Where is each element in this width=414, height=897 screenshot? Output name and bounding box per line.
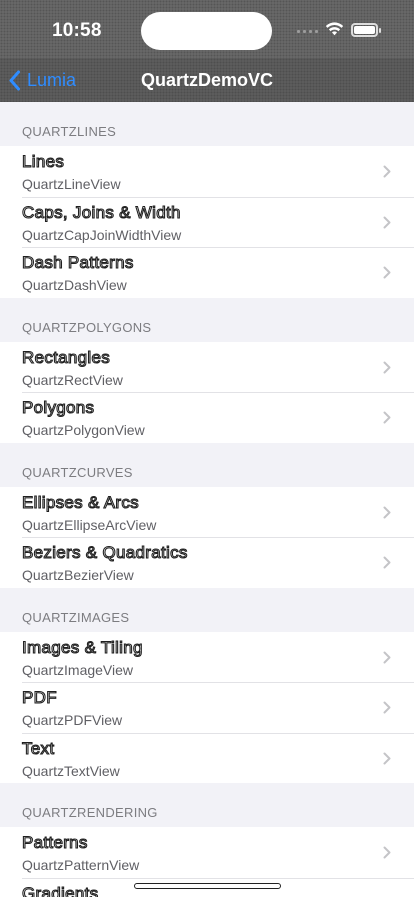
row-title: PDF — [21, 687, 57, 707]
section-quartzimages: QUARTZIMAGES Images & Tiling QuartzImage… — [0, 587, 414, 783]
row-title: Polygons — [21, 397, 95, 417]
chevron-right-icon — [383, 506, 391, 518]
list-item-caps-joins-width[interactable]: Caps, Joins & Width QuartzCapJoinWidthVi… — [0, 196, 414, 247]
row-subtitle: QuartzPolygonView — [22, 422, 145, 438]
list-item-patterns[interactable]: Patterns QuartzPatternView — [0, 827, 414, 878]
chevron-right-icon — [383, 216, 391, 228]
row-subtitle: QuartzPatternView — [22, 857, 140, 873]
row-subtitle: QuartzRectView — [22, 371, 123, 388]
list-item-beziers-quadratics[interactable]: Beziers & Quadratics QuartzBezierView — [0, 537, 414, 588]
list-item-images-tiling[interactable]: Images & Tiling QuartzImageView — [0, 631, 414, 682]
list-item-ellipses-arcs[interactable]: Ellipses & Arcs QuartzEllipseArcView — [0, 486, 414, 537]
row-title: Dash Patterns — [21, 252, 134, 272]
row-subtitle: QuartzBezierView — [22, 567, 134, 583]
dynamic-island — [141, 12, 272, 50]
row-title: Caps, Joins & Width — [21, 202, 181, 222]
chevron-right-icon — [383, 752, 391, 764]
chevron-right-icon — [383, 165, 391, 178]
row-title: Ellipses & Arcs — [21, 492, 139, 512]
section-header: QUARTZLINES — [0, 102, 414, 146]
section-quartzpolygons: QUARTZPOLYGONS Rectangles QuartzRectView… — [0, 297, 414, 443]
home-indicator[interactable] — [134, 883, 281, 889]
chevron-right-icon — [383, 846, 391, 859]
status-time: 10:58 — [52, 20, 102, 41]
section-quartzrendering: QUARTZRENDERING Patterns QuartzPatternVi… — [0, 783, 414, 897]
row-subtitle: QuartzLineView — [22, 176, 121, 192]
list-item-rectangles[interactable]: Rectangles QuartzRectView — [0, 341, 414, 392]
status-bar: 10:58 — [0, 0, 414, 58]
list-item-lines[interactable]: Lines QuartzLineView — [0, 146, 414, 197]
row-subtitle: QuartzCapJoinWidthView — [22, 226, 182, 243]
chevron-right-icon — [383, 361, 391, 373]
row-subtitle: QuartzEllipseArcView — [22, 516, 157, 533]
wifi-icon — [325, 22, 344, 36]
row-title: Rectangles — [21, 347, 111, 367]
row-title: Beziers & Quadratics — [21, 542, 188, 562]
row-subtitle: QuartzImageView — [22, 661, 134, 678]
section-header: QUARTZPOLYGONS — [0, 297, 414, 342]
row-subtitle: QuartzPDFView — [22, 712, 123, 728]
row-title: Text — [21, 738, 55, 758]
section-header: QUARTZRENDERING — [0, 783, 414, 827]
section-header: QUARTZCURVES — [0, 442, 414, 487]
row-title: Patterns — [21, 832, 88, 852]
row-subtitle: QuartzDashView — [22, 277, 127, 293]
row-subtitle: QuartzTextView — [22, 762, 120, 779]
row-title: Gradients — [21, 883, 99, 897]
chevron-right-icon — [383, 651, 391, 663]
list-item-pdf[interactable]: PDF QuartzPDFView — [0, 682, 414, 733]
chevron-right-icon — [383, 266, 391, 279]
list-item-dash-patterns[interactable]: Dash Patterns QuartzDashView — [0, 247, 414, 298]
list-item-polygons[interactable]: Polygons QuartzPolygonView — [0, 392, 414, 443]
list-item-text[interactable]: Text QuartzTextView — [0, 732, 414, 783]
page-title: QuartzDemoVC — [140, 70, 274, 90]
chevron-right-icon — [383, 556, 391, 569]
chevron-right-icon — [383, 411, 391, 424]
battery-icon — [351, 23, 381, 37]
chevron-right-icon — [383, 701, 391, 714]
section-quartzlines: QUARTZLINES Lines QuartzLineView Caps, J… — [0, 102, 414, 298]
table-view[interactable]: QUARTZLINES Lines QuartzLineView Caps, J… — [0, 102, 414, 897]
navigation-bar: Lumia QuartzDemoVC — [0, 58, 414, 102]
section-quartzcurves: QUARTZCURVES Ellipses & Arcs QuartzEllip… — [0, 442, 414, 588]
row-title: Lines — [21, 151, 65, 171]
cellular-signal-icon — [297, 30, 318, 33]
section-header: QUARTZIMAGES — [0, 587, 414, 632]
row-title: Images & Tiling — [21, 637, 143, 657]
